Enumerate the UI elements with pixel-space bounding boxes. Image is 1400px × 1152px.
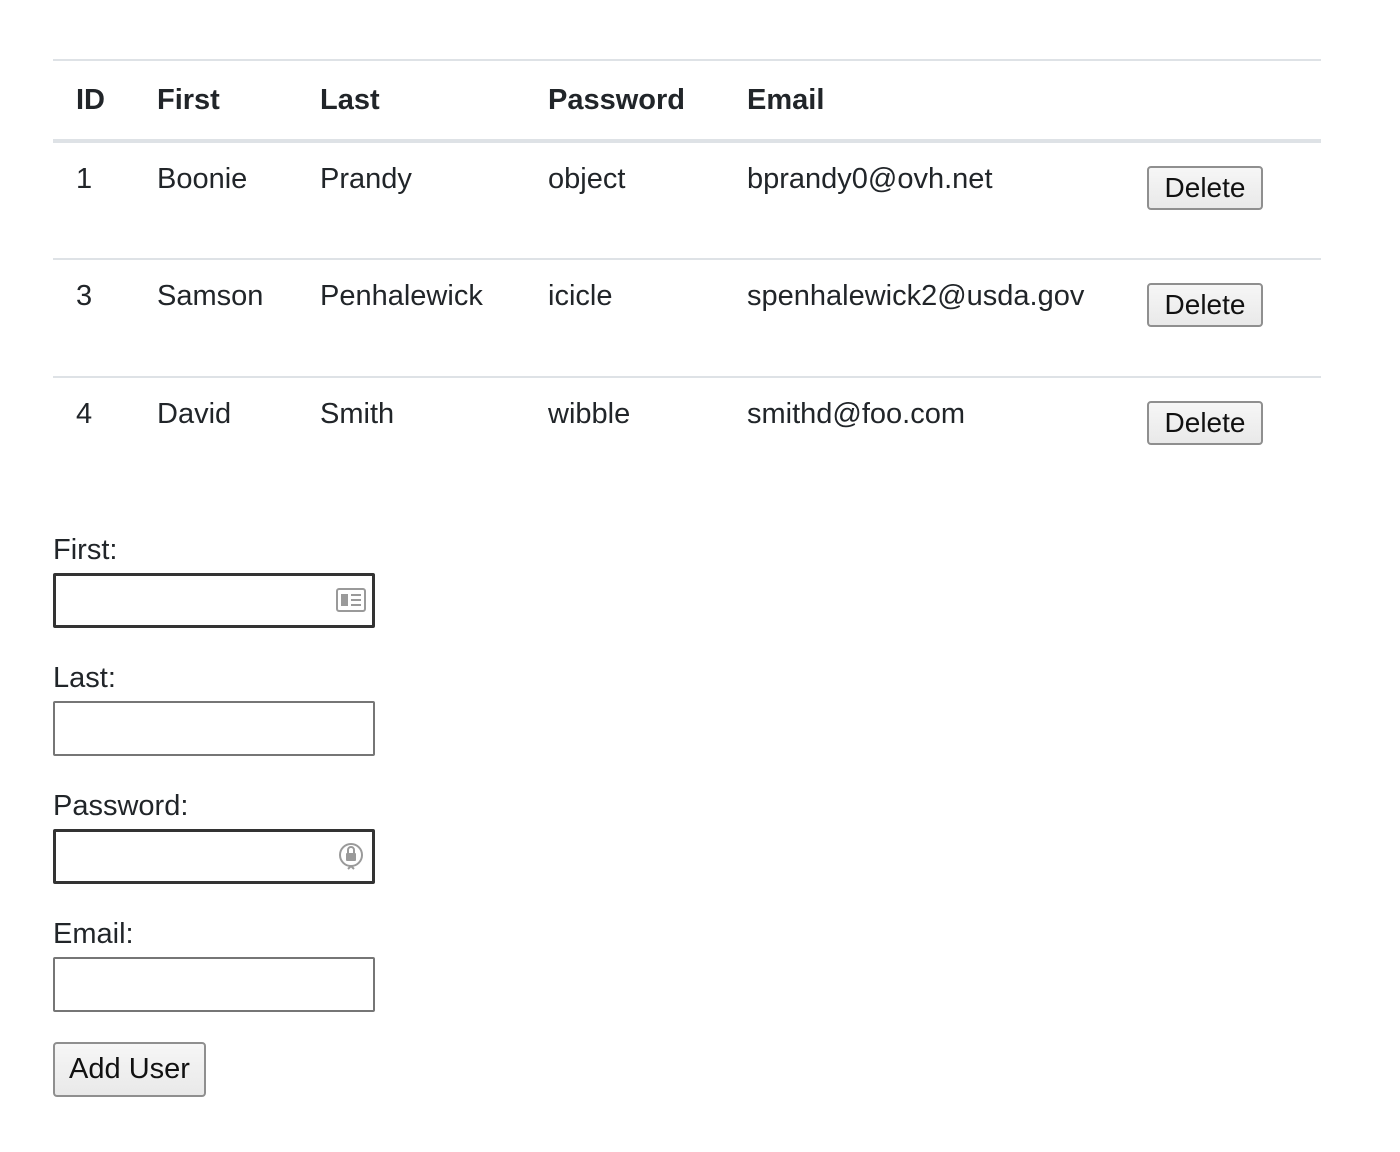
password-key-icon[interactable] xyxy=(335,841,367,871)
table-row: 4 David Smith wibble smithd@foo.com Dele… xyxy=(53,377,1321,495)
header-actions xyxy=(1147,59,1321,143)
email-input[interactable] xyxy=(53,957,375,1012)
cell-id: 4 xyxy=(76,398,93,430)
last-name-input[interactable] xyxy=(53,701,375,756)
contact-card-icon[interactable] xyxy=(335,585,367,615)
password-label: Password: xyxy=(53,790,189,822)
cell-id: 1 xyxy=(53,141,134,260)
email-label: Email: xyxy=(53,918,134,950)
cell-first: Boonie xyxy=(134,141,297,260)
header-last: Last xyxy=(297,59,525,143)
password-input-wrap xyxy=(53,829,375,884)
last-input-wrap xyxy=(53,701,375,756)
delete-button[interactable]: Delete xyxy=(1147,401,1263,445)
add-user-form: First: Last: Password: Email: Add User xyxy=(53,530,553,1097)
cell-actions: Delete xyxy=(1147,141,1321,260)
cell-actions: Delete xyxy=(1147,377,1321,495)
table-body: 1 Boonie Prandy object bprandy0@ovh.net … xyxy=(53,141,1321,495)
cell-actions: Delete xyxy=(1147,259,1321,378)
cell-id: 3 xyxy=(53,259,134,378)
cell-last: Prandy xyxy=(297,141,525,260)
cell-email: smithd@foo.com xyxy=(747,398,966,430)
last-field-group: Last: xyxy=(53,658,553,756)
cell-first: Samson xyxy=(134,259,297,378)
header-email: Email xyxy=(724,59,1147,143)
cell-email: bprandy0@ovh.net xyxy=(724,141,1147,260)
cell-password: object xyxy=(525,141,724,260)
cell-last: Smith xyxy=(320,398,395,430)
cell-password: icicle xyxy=(525,259,724,378)
header-password: Password xyxy=(525,59,724,143)
password-input[interactable] xyxy=(53,829,375,884)
cell-password: wibble xyxy=(548,398,631,430)
header-row: ID First Last Password Email xyxy=(53,59,1321,143)
cell-first: David xyxy=(157,398,232,430)
first-name-input[interactable] xyxy=(53,573,375,628)
email-input-wrap xyxy=(53,957,375,1012)
table-row: 3 Samson Penhalewick icicle spenhalewick… xyxy=(53,259,1321,378)
first-label: First: xyxy=(53,534,118,566)
first-input-wrap xyxy=(53,573,375,628)
header-first: First xyxy=(134,59,297,143)
delete-button[interactable]: Delete xyxy=(1147,166,1263,210)
delete-button[interactable]: Delete xyxy=(1147,283,1263,327)
last-label: Last: xyxy=(53,662,116,694)
email-field-group: Email: xyxy=(53,914,553,1012)
cell-last: Penhalewick xyxy=(297,259,525,378)
header-id: ID xyxy=(53,59,134,143)
first-field-group: First: xyxy=(53,530,553,628)
table-row: 1 Boonie Prandy object bprandy0@ovh.net … xyxy=(53,141,1321,260)
cell-email: spenhalewick2@usda.gov xyxy=(724,259,1147,378)
users-table: ID First Last Password Email 1 Boonie Pr… xyxy=(53,59,1321,495)
add-user-button[interactable]: Add User xyxy=(53,1042,206,1097)
table-header: ID First Last Password Email xyxy=(53,59,1321,143)
password-field-group: Password: xyxy=(53,786,553,884)
